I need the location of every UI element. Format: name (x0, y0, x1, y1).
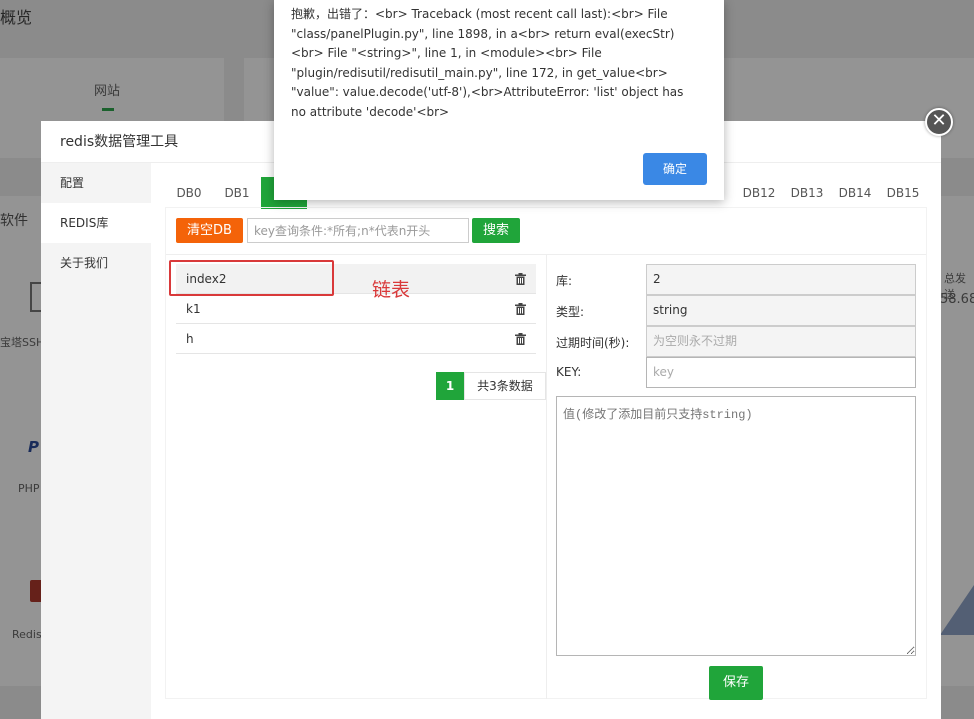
key-name: h (186, 332, 194, 346)
sidebar-item-redis-db[interactable]: REDIS库 (41, 203, 151, 243)
tab-db15[interactable]: DB15 (883, 177, 923, 209)
db-label: 库: (556, 274, 573, 288)
clear-db-button[interactable]: 清空DB (176, 218, 243, 243)
key-field[interactable]: key (646, 357, 916, 388)
close-icon[interactable]: ✕ (925, 108, 953, 136)
tab-db14[interactable]: DB14 (835, 177, 875, 209)
sidebar-item-config[interactable]: 配置 (41, 163, 151, 203)
tab-db13[interactable]: DB13 (787, 177, 827, 209)
tab-db1[interactable]: DB1 (221, 177, 253, 209)
error-dialog: 抱歉，出错了：<br> Traceback (most recent call … (274, 0, 724, 200)
key-label: KEY: (556, 365, 582, 379)
trash-icon[interactable] (515, 273, 526, 285)
confirm-button[interactable]: 确定 (643, 153, 707, 185)
db-field: 2 (646, 264, 916, 295)
expire-label: 过期时间(秒): (556, 336, 630, 350)
tab-db12[interactable]: DB12 (739, 177, 779, 209)
type-field: string (646, 295, 916, 326)
key-name: k1 (186, 302, 201, 316)
modal-sidebar: 配置 REDIS库 关于我们 (41, 163, 151, 719)
key-row[interactable]: k1 (176, 294, 536, 324)
search-button[interactable]: 搜索 (472, 218, 520, 243)
value-textarea[interactable] (556, 396, 916, 656)
trash-icon[interactable] (515, 303, 526, 315)
save-button[interactable]: 保存 (709, 666, 763, 700)
sidebar-item-about[interactable]: 关于我们 (41, 243, 151, 283)
expire-placeholder: 为空则永不过期 (653, 334, 738, 348)
page-current-button[interactable]: 1 (436, 372, 464, 400)
annotation-label: 链表 (372, 279, 411, 301)
key-search-input[interactable] (247, 218, 469, 243)
key-row[interactable]: h (176, 324, 536, 354)
expire-field[interactable]: 为空则永不过期 (646, 326, 916, 357)
key-placeholder: key (653, 365, 675, 379)
workspace-column-divider (546, 254, 547, 699)
trash-icon[interactable] (515, 333, 526, 345)
type-label: 类型: (556, 305, 585, 319)
redis-tool-modal: redis数据管理工具 配置 REDIS库 关于我们 DB0 DB1 DB12 … (41, 121, 941, 719)
page-total-count: 共3条数据 (464, 372, 546, 400)
tab-db0[interactable]: DB0 (173, 177, 205, 209)
annotation-highlight-box (169, 260, 334, 296)
redis-db-content: DB0 DB1 DB12 DB13 DB14 DB15 清空DB 搜索 inde… (151, 163, 941, 719)
error-message: 抱歉，出错了：<br> Traceback (most recent call … (291, 7, 684, 119)
